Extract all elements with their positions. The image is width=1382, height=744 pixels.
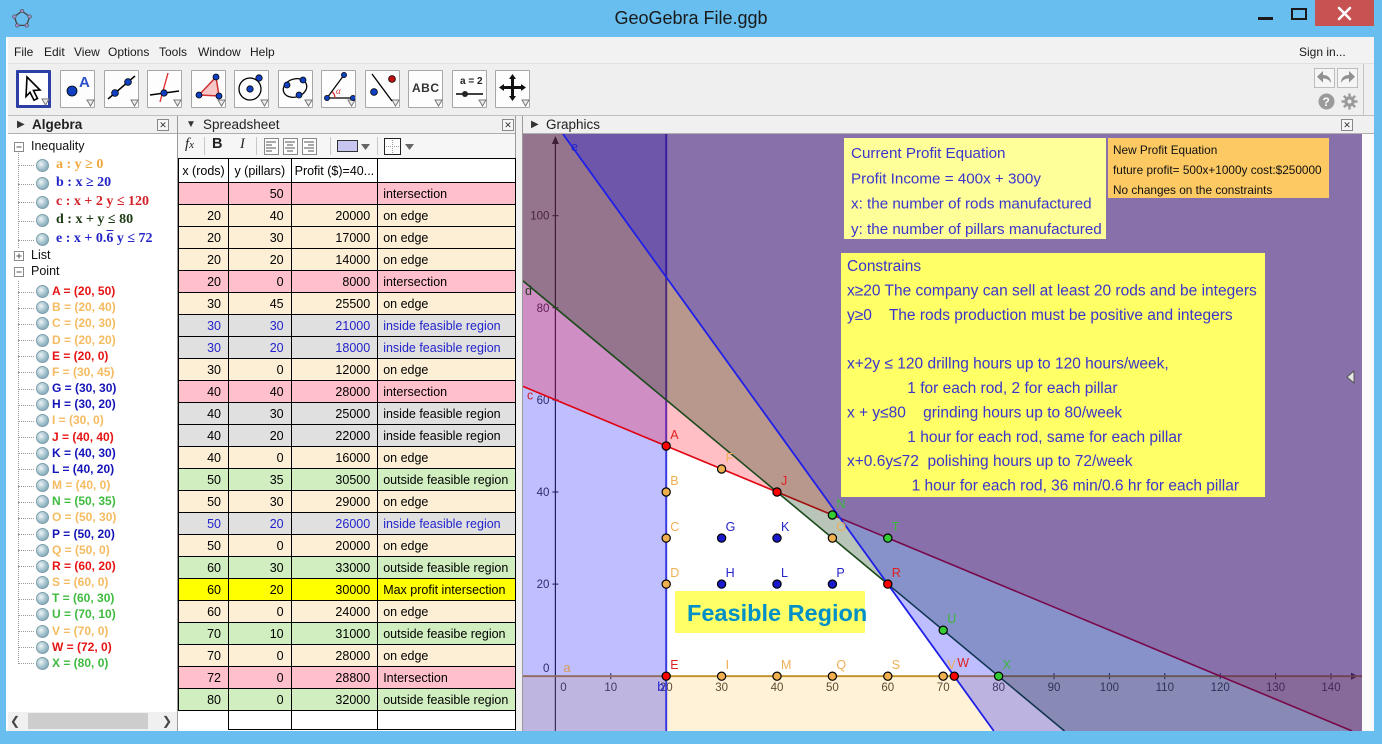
svg-text:K: K <box>781 520 790 534</box>
svg-text:M: M <box>781 658 791 672</box>
svg-text:I: I <box>726 658 729 672</box>
svg-text:x≥20 The company can sell at l: x≥20 The company can sell at least 20 ro… <box>847 282 1257 299</box>
svg-text:J: J <box>781 474 787 488</box>
svg-text:S: S <box>892 658 900 672</box>
svg-text:a = 2: a = 2 <box>460 76 483 87</box>
svg-text:x: the number of rods manufact: x: the number of rods manufactured <box>851 196 1092 213</box>
svg-text:U: U <box>947 612 956 626</box>
svg-text:D: D <box>670 566 679 580</box>
svg-text:1 for each rod, 2 for each pil: 1 for each rod, 2 for each pillar <box>847 380 1118 397</box>
svg-text:L: L <box>781 566 788 580</box>
svg-text:1 hour for each rod, 36 min/0.: 1 hour for each rod, 36 min/0.6 hr for e… <box>847 478 1239 495</box>
svg-text:a: a <box>563 660 571 675</box>
svg-text:Current Profit Equation: Current Profit Equation <box>851 145 1006 162</box>
svg-text:O: O <box>836 520 846 534</box>
svg-text:G: G <box>726 520 736 534</box>
svg-text:Profit Income = 400x + 300y: Profit Income = 400x + 300y <box>851 170 1041 187</box>
svg-text:T: T <box>892 520 900 534</box>
svg-text:x+0.6y≤72 polishing hours up: x+0.6y≤72 polishing hours up to 72/week <box>847 453 1133 470</box>
svg-text:E: E <box>670 658 678 672</box>
svg-text:x+2y ≤ 120 drillng hours up to: x+2y ≤ 120 drillng hours up to 120 hours… <box>847 356 1169 373</box>
svg-text:X: X <box>1003 658 1012 672</box>
svg-text:α: α <box>336 86 341 96</box>
svg-text:y: the number of pillars manuf: y: the number of pillars manufactured <box>851 221 1102 238</box>
svg-text:R: R <box>892 566 901 580</box>
svg-text:A: A <box>79 74 90 91</box>
svg-text:Q: Q <box>836 658 846 672</box>
svg-text:P: P <box>836 566 844 580</box>
svg-text:y≥0 The rods production mus: y≥0 The rods production must be positive… <box>847 307 1233 324</box>
svg-text:B: B <box>670 474 678 488</box>
svg-text:future profit= 500x+1000y cos: future profit= 500x+1000y cost:$250000 <box>1113 163 1322 177</box>
svg-text:?: ? <box>1323 95 1330 109</box>
svg-text:A: A <box>670 428 679 442</box>
svg-text:c: c <box>527 388 533 402</box>
svg-text:d: d <box>525 284 532 298</box>
svg-text:F: F <box>726 451 734 465</box>
svg-text:New Profit Equation: New Profit Equation <box>1113 143 1217 157</box>
svg-text:V: V <box>947 658 956 672</box>
svg-text:Feasible Region: Feasible Region <box>687 600 867 626</box>
svg-text:e: e <box>571 139 578 154</box>
svg-text:C: C <box>670 520 679 534</box>
svg-text:N: N <box>836 497 845 511</box>
svg-text:No changes on the constraints: No changes on the constraints <box>1113 183 1272 197</box>
svg-text:1 hour for each rod, same for: 1 hour for each rod, same for each pilla… <box>847 429 1182 446</box>
svg-text:x + y≤80 grinding hours up: x + y≤80 grinding hours up to 80/week <box>847 404 1122 421</box>
svg-text:ABC: ABC <box>412 81 440 95</box>
svg-text:b: b <box>657 679 664 694</box>
svg-text:H: H <box>726 566 735 580</box>
svg-text:Constrains: Constrains <box>847 258 921 275</box>
svg-text:W: W <box>957 656 969 670</box>
